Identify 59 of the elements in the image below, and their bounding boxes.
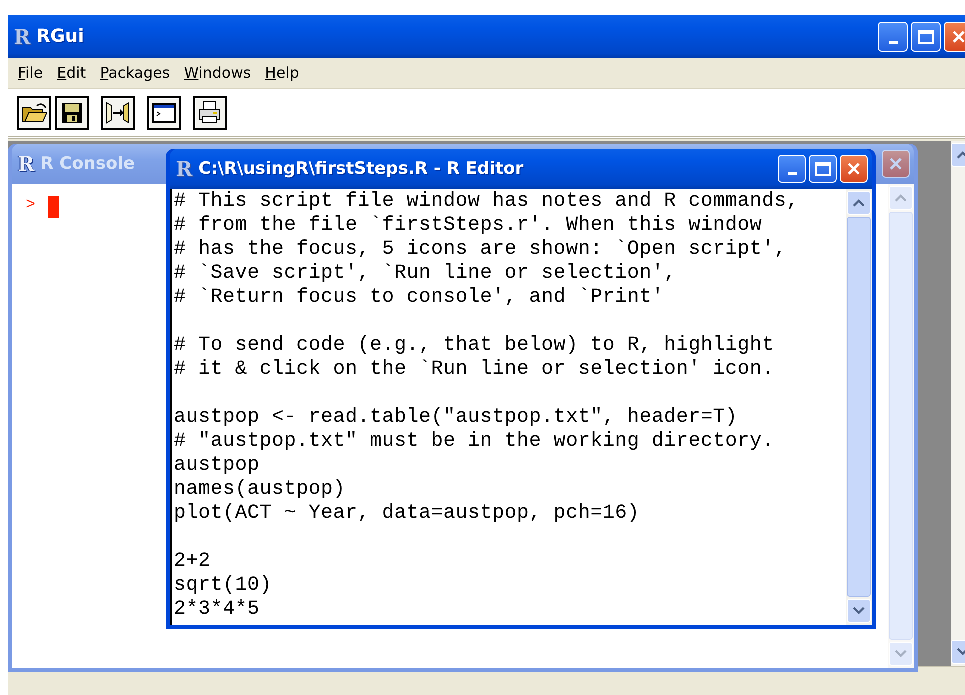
minimize-button[interactable] [878, 22, 908, 52]
scroll-down-button[interactable] [847, 599, 871, 623]
code-line: # To send code (e.g., that below) to R, highlight [174, 334, 776, 358]
window-title: C:\R\usingR\firstSteps.R - R Editor [198, 159, 524, 179]
toolbar-button[interactable] [17, 96, 51, 130]
chevron-up-icon [853, 199, 865, 207]
menu-item[interactable]: File [11, 64, 50, 82]
chevron-up-icon [895, 194, 907, 202]
close-icon [952, 30, 965, 44]
code-line: austpop [174, 454, 261, 478]
code-line: # `Return focus to console', and `Print' [174, 286, 666, 310]
logo: R [18, 152, 35, 176]
code-line: # `Save script', `Run line or selection', [174, 262, 678, 286]
vertical-scrollbar[interactable] [846, 189, 872, 625]
console-prompt: > [26, 196, 36, 214]
code-line: # "austpop.txt" must be in the working directory. [174, 430, 776, 454]
code-line: austpop <- read.table("austpop.txt", header=T) [174, 406, 739, 430]
toolbar-button[interactable] [55, 96, 89, 130]
code-line: sqrt(10) [174, 574, 274, 598]
code-line: plot(ACT ~ Year, data=austpop, pch=16) [174, 502, 641, 526]
close-button[interactable] [944, 22, 965, 52]
code-line: # has the focus, 5 icons are shown: `Open script', [174, 238, 788, 262]
minimize-button[interactable] [778, 155, 806, 183]
maximize-button[interactable] [911, 22, 941, 52]
window-title: R Console [40, 154, 136, 174]
scroll-up-button[interactable] [847, 191, 871, 215]
close-icon [889, 157, 903, 171]
logo: R [176, 157, 193, 181]
minimize-icon [888, 40, 898, 44]
menu-item[interactable]: Packages [93, 64, 178, 82]
code-line: # from the file `firstSteps.r'. When this window [174, 214, 764, 238]
close-icon [847, 162, 861, 176]
maximize-icon [918, 30, 934, 44]
maximize-button[interactable] [809, 155, 837, 183]
chevron-down-icon [853, 607, 865, 615]
code-line: # This script file window has notes and R commands, [174, 190, 800, 214]
chevron-down-icon [895, 650, 907, 658]
code-line: names(austpop) [174, 478, 347, 502]
scroll-thumb[interactable] [889, 212, 913, 640]
toolbar-button[interactable] [193, 96, 227, 130]
window-title: RGui [36, 26, 84, 47]
toolbar-button[interactable] [147, 96, 181, 130]
code-line: 2*3*4*5 [174, 598, 261, 622]
menu-item[interactable]: Help [258, 64, 306, 82]
logo: R [14, 24, 31, 48]
arrow-between-panels-icon [105, 100, 131, 126]
code-line: # it & click on the `Run line or selection' icon. [174, 358, 776, 382]
close-button[interactable] [882, 150, 910, 178]
close-button[interactable] [840, 155, 868, 183]
vertical-scrollbar[interactable] [888, 184, 914, 668]
toolbar-button[interactable] [101, 96, 135, 130]
text-cursor [48, 196, 59, 218]
scroll-thumb[interactable] [847, 217, 871, 597]
printer-icon [197, 100, 223, 126]
minimize-icon [788, 172, 796, 175]
code-line: 2+2 [174, 550, 212, 574]
menu-item[interactable]: Windows [177, 64, 258, 82]
maximize-icon [815, 162, 831, 176]
menu-item[interactable]: Edit [50, 64, 94, 82]
